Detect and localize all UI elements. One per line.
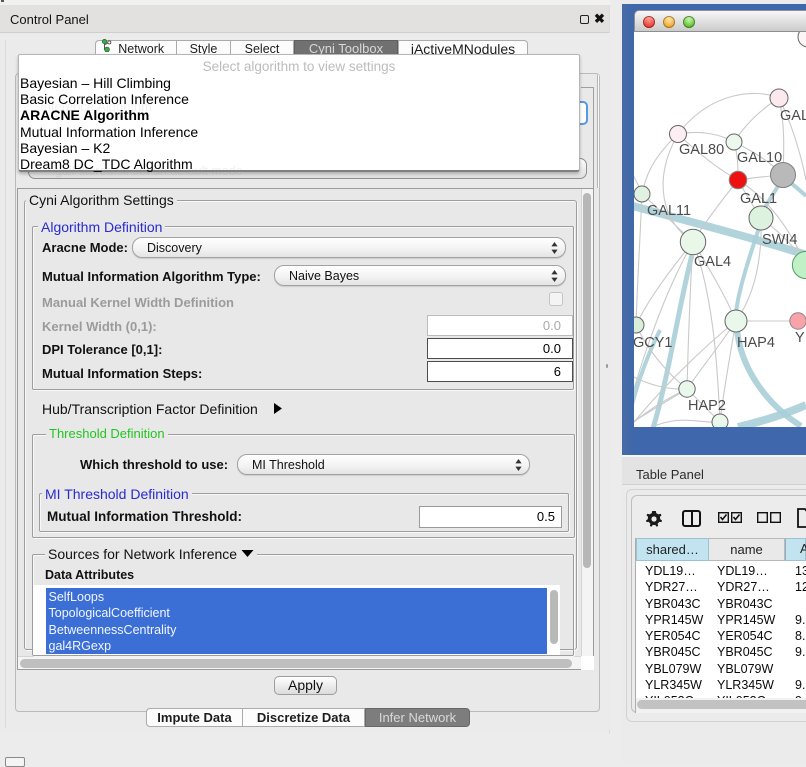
svg-text:GAL80: GAL80 bbox=[679, 142, 724, 158]
svg-text:GAL10: GAL10 bbox=[737, 150, 782, 166]
svg-text:GAL: GAL bbox=[780, 108, 806, 124]
svg-text:GAL1: GAL1 bbox=[740, 191, 777, 207]
svg-text:GAL11: GAL11 bbox=[647, 203, 691, 219]
svg-text:SWI4: SWI4 bbox=[762, 232, 797, 248]
svg-text:GCY1: GCY1 bbox=[634, 335, 673, 351]
svg-text:GAL4: GAL4 bbox=[694, 254, 731, 270]
svg-text:HAP2: HAP2 bbox=[688, 398, 726, 414]
svg-text:HAP4: HAP4 bbox=[737, 335, 775, 351]
svg-text:Y: Y bbox=[795, 330, 805, 346]
